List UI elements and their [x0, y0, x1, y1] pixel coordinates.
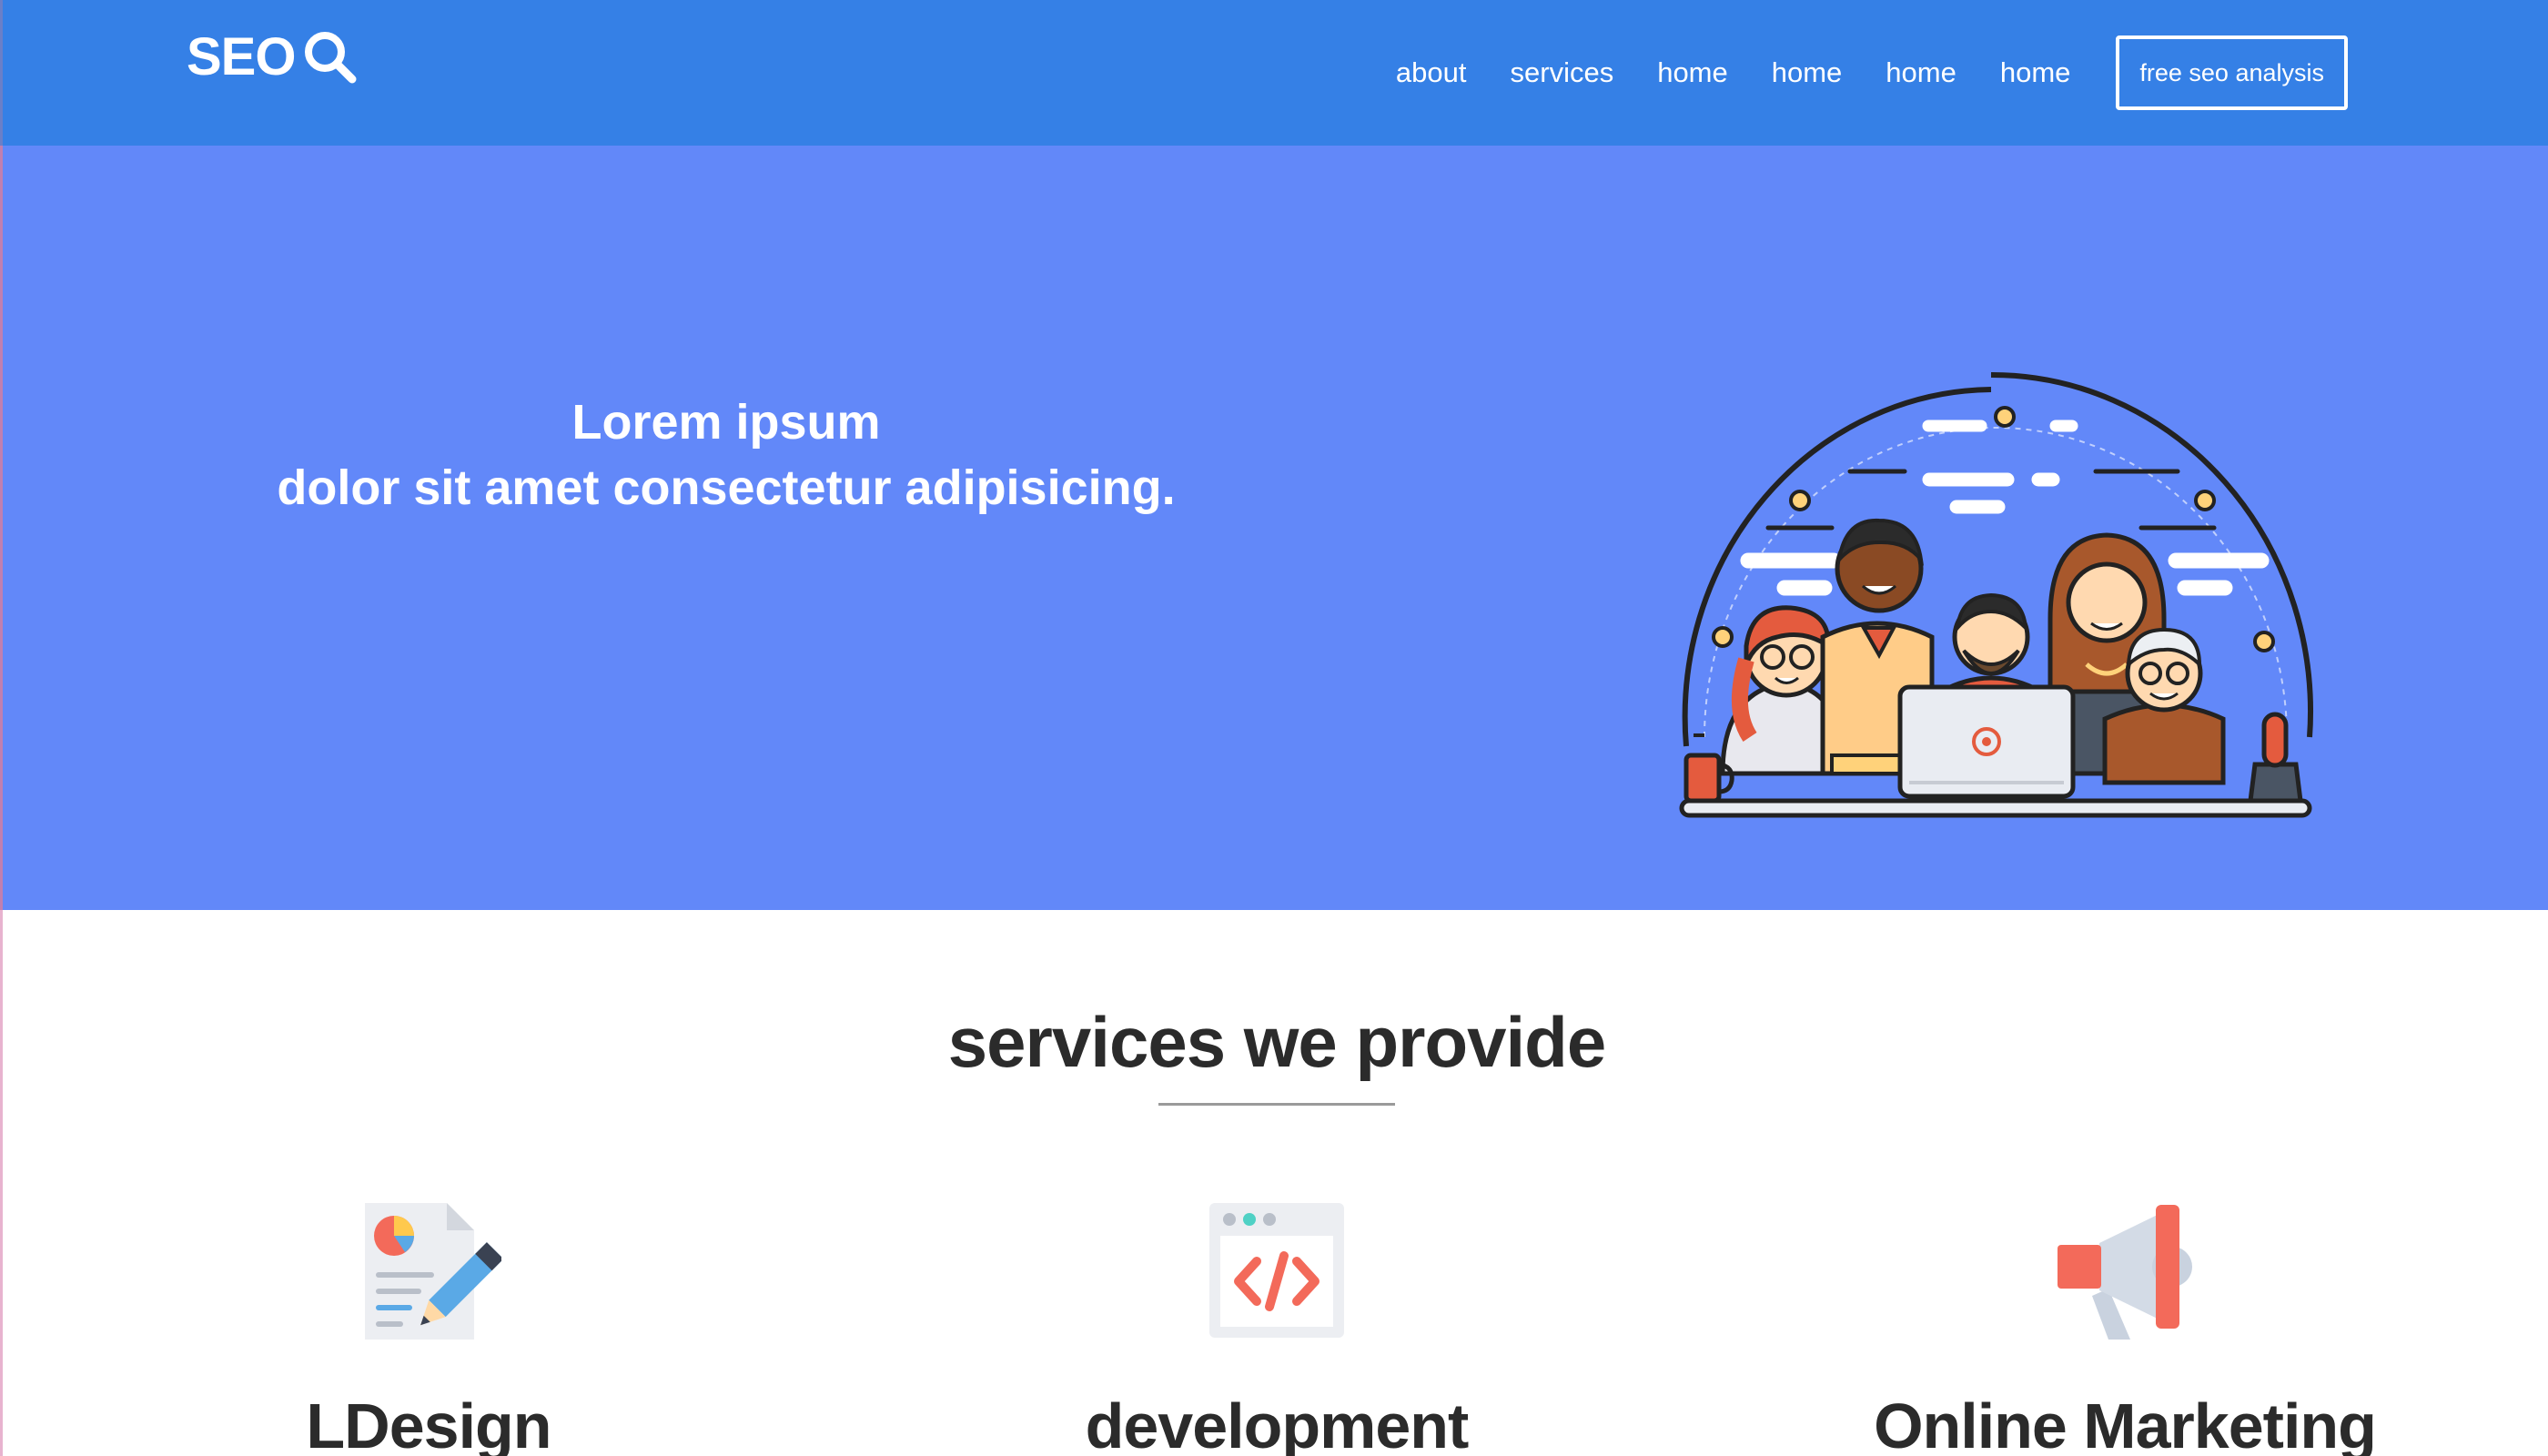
- free-seo-analysis-button[interactable]: free seo analysis: [2116, 35, 2348, 110]
- services-section: services we provide LDesign development …: [0, 910, 2548, 1456]
- nav-link-home-1[interactable]: home: [1657, 56, 1728, 89]
- navbar: SEO about services home home home home f…: [0, 0, 2548, 146]
- nav-links: about services home home home home free …: [1396, 35, 2348, 111]
- service-label-design: LDesign: [306, 1390, 551, 1456]
- logo-text: SEO: [187, 26, 296, 86]
- code-window-icon: [1209, 1203, 1344, 1338]
- nav-link-about[interactable]: about: [1396, 56, 1467, 89]
- hero-line-1: Lorem ipsum: [571, 395, 881, 450]
- service-card-marketing[interactable]: Online Marketing: [1761, 1198, 2489, 1456]
- services-title: services we provide: [947, 1002, 1606, 1082]
- title-divider: [1158, 1103, 1395, 1106]
- design-document-pencil-icon: [365, 1203, 504, 1340]
- nav-link-home-2[interactable]: home: [1772, 56, 1843, 89]
- service-card-development[interactable]: development: [913, 1198, 1641, 1456]
- megaphone-icon: [2058, 1205, 2192, 1340]
- search-icon: [304, 32, 356, 84]
- hero-line-2: dolor sit amet consectetur adipisicing.: [277, 460, 1176, 515]
- nav-link-home-3[interactable]: home: [1886, 56, 1956, 89]
- service-label-marketing: Online Marketing: [1874, 1390, 2377, 1456]
- logo[interactable]: SEO: [187, 20, 358, 93]
- service-card-design[interactable]: LDesign: [65, 1198, 793, 1456]
- hero-heading: Lorem ipsum dolor sit amet consectetur a…: [121, 389, 1331, 521]
- service-label-development: development: [1085, 1390, 1470, 1456]
- nav-link-home-4[interactable]: home: [2000, 56, 2071, 89]
- hero-section: Lorem ipsum dolor sit amet consectetur a…: [0, 146, 2548, 910]
- nav-link-services[interactable]: services: [1511, 56, 1614, 89]
- team-illustration: [1679, 371, 2313, 818]
